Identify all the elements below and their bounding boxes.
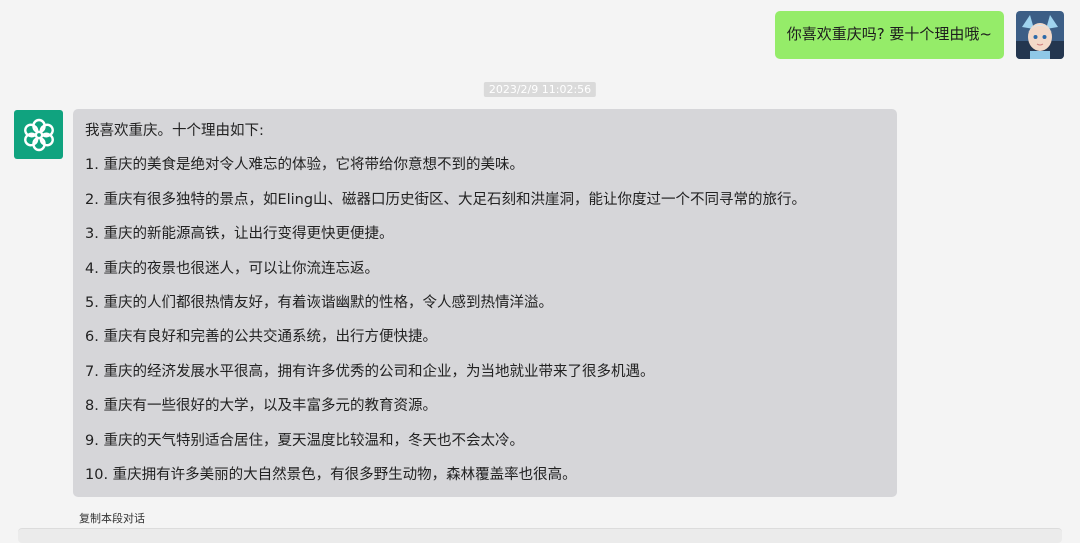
bot-message-bubble[interactable]: 我喜欢重庆。十个理由如下: 1. 重庆的美食是绝对令人难忘的体验，它将带给你意想… bbox=[73, 109, 897, 497]
reason-item: 1. 重庆的美食是绝对令人难忘的体验，它将带给你意想不到的美味。 bbox=[85, 157, 524, 174]
reason-item: 7. 重庆的经济发展水平很高，拥有许多优秀的公司和企业，为当地就业带来了很多机遇… bbox=[85, 363, 655, 380]
bot-intro: 我喜欢重庆。十个理由如下: bbox=[85, 123, 264, 139]
openai-logo-icon bbox=[23, 118, 54, 151]
reason-item: 10. 重庆拥有许多美丽的大自然景色，有很多野生动物，森林覆盖率也很高。 bbox=[85, 466, 577, 483]
user-avatar[interactable] bbox=[1016, 11, 1064, 59]
reason-item: 4. 重庆的夜景也很迷人，可以让你流连忘返。 bbox=[85, 260, 379, 277]
copy-conversation-link[interactable]: 复制本段对话 bbox=[79, 510, 145, 526]
reason-item: 9. 重庆的天气特别适合居住，夏天温度比较温和，冬天也不会太冷。 bbox=[85, 432, 524, 449]
reason-item: 8. 重庆有一些很好的大学，以及丰富多元的教育资源。 bbox=[85, 398, 437, 415]
reason-item: 6. 重庆有良好和完善的公共交通系统，出行方便快捷。 bbox=[85, 329, 437, 346]
reason-item: 3. 重庆的新能源高铁，让出行变得更快更便捷。 bbox=[85, 226, 394, 243]
message-timestamp: 2023/2/9 11:02:56 bbox=[483, 82, 597, 97]
reason-item: 5. 重庆的人们都很热情友好，有着诙谐幽默的性格，令人感到热情洋溢。 bbox=[85, 294, 553, 311]
input-bar[interactable] bbox=[18, 528, 1062, 543]
user-message-bubble[interactable]: 你喜欢重庆吗? 要十个理由哦~ bbox=[774, 11, 1004, 59]
user-message-row: 你喜欢重庆吗? 要十个理由哦~ bbox=[774, 11, 1064, 59]
reason-item: 2. 重庆有很多独特的景点，如Eling山、磁器口历史街区、大足石刻和洪崖洞，能… bbox=[85, 191, 807, 208]
bot-avatar[interactable] bbox=[14, 110, 63, 159]
